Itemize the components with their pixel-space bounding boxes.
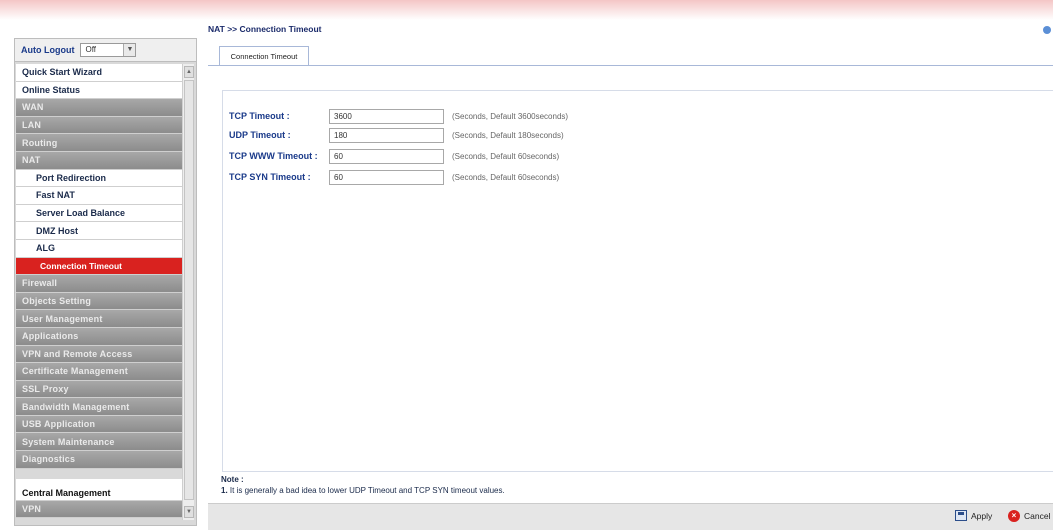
sidebar-item-certificate-management[interactable]: Certificate Management bbox=[16, 363, 182, 381]
sidebar-item-lan[interactable]: LAN bbox=[16, 116, 182, 135]
sidebar-item-objects-setting[interactable]: Objects Setting bbox=[16, 292, 182, 311]
save-icon bbox=[955, 510, 967, 521]
cancel-label: Cancel bbox=[1024, 511, 1051, 521]
sidebar-item-usb-application[interactable]: USB Application bbox=[16, 415, 182, 434]
sidebar-item-user-management[interactable]: User Management bbox=[16, 310, 182, 328]
chevron-down-icon: ▼ bbox=[123, 44, 136, 56]
scroll-down-icon[interactable]: ▼ bbox=[184, 506, 194, 518]
sidebar-item-vpn-and-remote-access[interactable]: VPN and Remote Access bbox=[16, 345, 182, 364]
auto-logout-select[interactable]: Off ▼ bbox=[80, 43, 137, 57]
cancel-button[interactable]: × Cancel bbox=[1008, 510, 1050, 522]
sidebar-item-bandwidth-management[interactable]: Bandwidth Management bbox=[16, 398, 182, 416]
udp-timeout-hint: (Seconds, Default 180seconds) bbox=[452, 130, 564, 140]
sidebar-item-nat[interactable]: NAT bbox=[16, 151, 182, 170]
sidebar-item-fast-nat[interactable]: Fast NAT bbox=[16, 187, 182, 205]
tcp-syn-timeout-input[interactable]: 60 bbox=[329, 169, 444, 185]
tcp-syn-timeout-hint: (Seconds, Default 60seconds) bbox=[452, 172, 560, 182]
sidebar-item-connection-timeout[interactable]: Connection Timeout bbox=[16, 257, 182, 276]
note-title: Note : bbox=[221, 475, 244, 484]
sidebar-item-port-redirection[interactable]: Port Redirection bbox=[16, 169, 182, 188]
note: Note : 1. It is generally a bad idea to … bbox=[221, 474, 505, 496]
udp-timeout-input[interactable]: 180 bbox=[329, 127, 444, 143]
sidebar-item-system-maintenance[interactable]: System Maintenance bbox=[16, 433, 182, 452]
sidebar-item-applications[interactable]: Applications bbox=[16, 327, 182, 346]
breadcrumb: NAT >> Connection Timeout bbox=[208, 24, 322, 34]
tab-divider bbox=[208, 65, 1053, 66]
udp-timeout-label: UDP Timeout : bbox=[229, 130, 291, 140]
sidebar-item-server-load-balance[interactable]: Server Load Balance bbox=[16, 204, 182, 223]
auto-logout-label: Auto Logout bbox=[21, 45, 75, 55]
sidebar-item-alg[interactable]: ALG bbox=[16, 239, 182, 258]
footer-bar bbox=[208, 503, 1053, 530]
sidebar-scrollbar[interactable]: ▲ ▼ bbox=[182, 64, 194, 520]
apply-button[interactable]: Apply bbox=[955, 510, 992, 521]
tcp-timeout-input[interactable]: 3600 bbox=[329, 108, 444, 124]
auto-logout-value: Off bbox=[85, 45, 97, 54]
sidebar-item-online-status[interactable]: Online Status bbox=[16, 81, 182, 100]
help-icon[interactable] bbox=[1043, 26, 1051, 34]
tcp-timeout-label: TCP Timeout : bbox=[229, 111, 290, 121]
sidebar-menu: Quick Start Wizard Online Status WAN LAN Rou… bbox=[16, 64, 182, 519]
sidebar-item-dmz-host[interactable]: DMZ Host bbox=[16, 222, 182, 240]
field-row-tcp-syn-timeout: TCP SYN Timeout : 60 (Seconds, Default 6… bbox=[229, 169, 559, 185]
field-row-tcp-www-timeout: TCP WWW Timeout : 60 (Seconds, Default 6… bbox=[229, 148, 559, 164]
tcp-www-timeout-label: TCP WWW Timeout : bbox=[229, 151, 318, 161]
auto-logout-bar: Auto Logout Off ▼ bbox=[14, 38, 197, 62]
apply-label: Apply bbox=[971, 510, 993, 521]
note-number: 1. bbox=[221, 486, 228, 495]
tcp-www-timeout-hint: (Seconds, Default 60seconds) bbox=[452, 151, 560, 161]
note-text: It is generally a bad idea to lower UDP … bbox=[229, 486, 505, 495]
sidebar-item-routing[interactable]: Routing bbox=[16, 134, 182, 152]
sidebar-item-firewall[interactable]: Firewall bbox=[16, 275, 182, 293]
sidebar-item-diagnostics[interactable]: Diagnostics bbox=[16, 451, 182, 469]
scroll-thumb[interactable] bbox=[184, 80, 194, 500]
sidebar-item-wan[interactable]: WAN bbox=[16, 99, 182, 117]
tcp-syn-timeout-label: TCP SYN Timeout : bbox=[229, 172, 311, 182]
tcp-www-timeout-input[interactable]: 60 bbox=[329, 148, 444, 164]
cancel-icon: × bbox=[1008, 510, 1020, 522]
sidebar-item-vpn[interactable]: VPN bbox=[16, 500, 182, 519]
field-row-tcp-timeout: TCP Timeout : 3600 (Seconds, Default 360… bbox=[229, 108, 568, 124]
sidebar-item-quick-start-wizard[interactable]: Quick Start Wizard bbox=[16, 64, 182, 82]
scroll-up-icon[interactable]: ▲ bbox=[184, 66, 194, 78]
sidebar-item-ssl-proxy[interactable]: SSL Proxy bbox=[16, 380, 182, 399]
sidebar-item-central-management[interactable]: Central Management bbox=[16, 478, 182, 501]
tcp-timeout-hint: (Seconds, Default 3600seconds) bbox=[452, 111, 569, 121]
top-banner bbox=[0, 0, 1053, 20]
field-row-udp-timeout: UDP Timeout : 180 (Seconds, Default 180s… bbox=[229, 127, 564, 143]
tab-connection-timeout[interactable]: Connection Timeout bbox=[219, 46, 309, 66]
